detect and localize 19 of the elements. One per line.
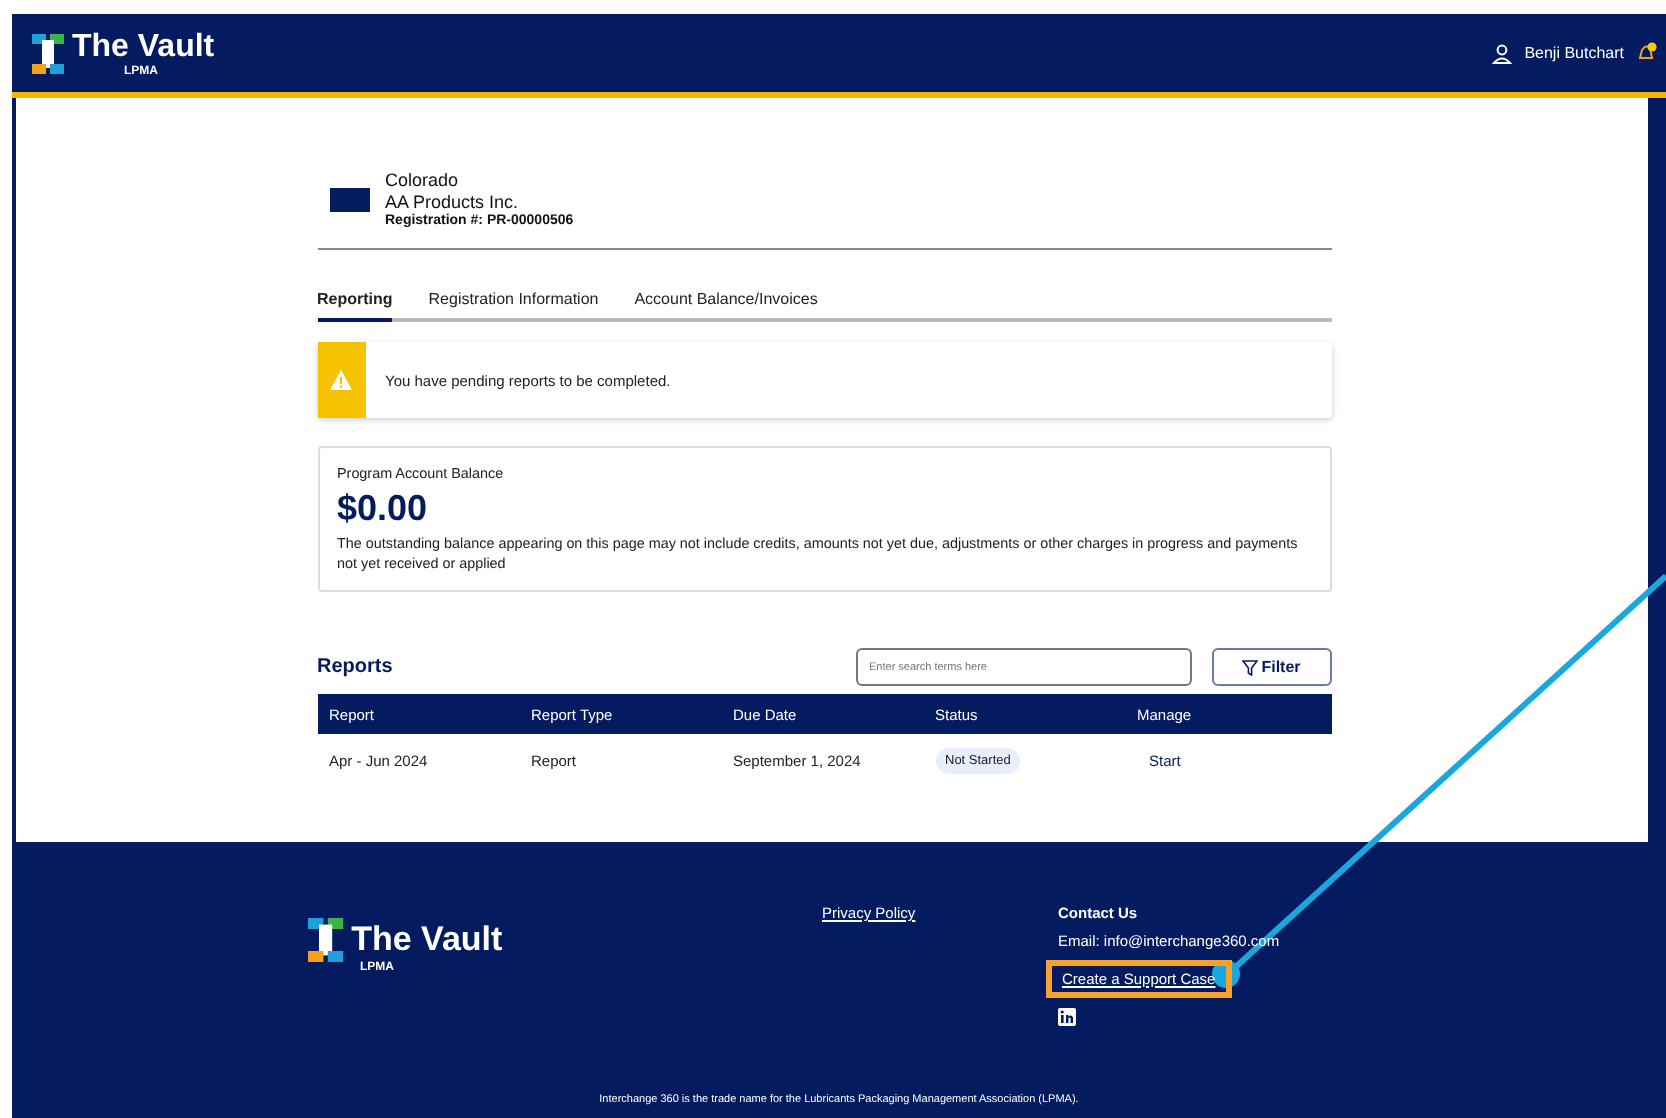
brand-name: The Vault	[72, 29, 215, 65]
bell-icon[interactable]	[1636, 42, 1658, 64]
filter-icon	[1241, 659, 1258, 675]
company-name: AA Products Inc.	[385, 192, 521, 213]
tab[interactable]: Registration Information	[428, 290, 599, 322]
state-name: Colorado	[385, 170, 461, 192]
footer-brand-name: The Vault	[351, 920, 503, 960]
warning-icon	[330, 370, 352, 390]
vault-logo-icon	[308, 918, 344, 962]
filter-button[interactable]: Filter	[1211, 648, 1331, 686]
vault-logo-icon	[32, 33, 64, 73]
user-icon[interactable]	[1492, 43, 1513, 63]
user-name[interactable]: Benji Butchart	[1524, 44, 1624, 62]
state-flag	[329, 187, 369, 211]
balance-amount: $0.00	[337, 488, 430, 530]
linkedin-icon[interactable]	[1058, 1008, 1076, 1026]
tab[interactable]: Reporting	[317, 290, 393, 322]
tab[interactable]: Account Balance/Invoices	[634, 290, 818, 322]
reports-title: Reports	[317, 656, 395, 678]
